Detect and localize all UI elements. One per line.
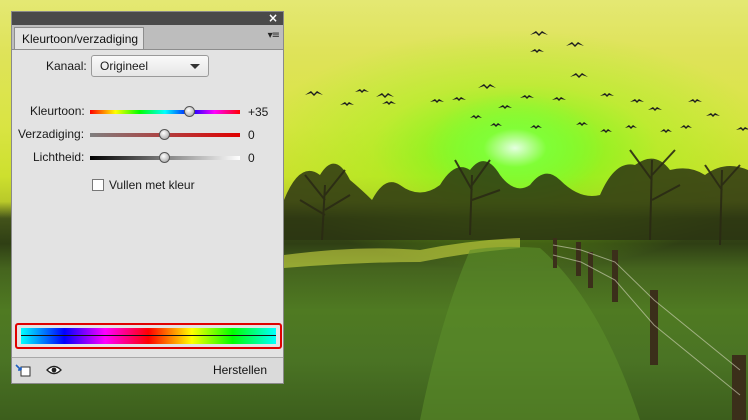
hue-value: +35: [248, 105, 269, 119]
channel-select-value: Origineel: [100, 59, 149, 73]
channel-label: Kanaal:: [46, 59, 87, 73]
saturation-slider-track[interactable]: [90, 129, 240, 140]
hue-saturation-panel: × Kleurtoon/verzadiging ▾≡ Kanaal: Origi…: [11, 11, 284, 384]
close-icon[interactable]: ×: [268, 11, 278, 25]
hue-slider-track[interactable]: [90, 106, 240, 117]
hue-label: Kleurtoon:: [30, 104, 85, 118]
lightness-slider-thumb[interactable]: [159, 152, 170, 163]
panel-body: Kanaal: Origineel Kleurtoon: +35 Verzadi…: [12, 50, 283, 360]
lightness-value: 0: [248, 151, 255, 165]
eye-icon[interactable]: [46, 364, 62, 376]
colorize-checkbox[interactable]: [92, 179, 104, 191]
panel-title-bar: ×: [12, 11, 283, 25]
reset-button[interactable]: Herstellen: [213, 363, 267, 377]
channel-select[interactable]: Origineel: [91, 55, 209, 77]
panel-menu-icon[interactable]: ▾≡: [268, 30, 280, 41]
lightness-slider-track[interactable]: [90, 152, 240, 163]
saturation-label: Verzadiging:: [18, 127, 85, 141]
saturation-value: 0: [248, 128, 255, 142]
tab-hue-saturation[interactable]: Kleurtoon/verzadiging: [14, 27, 144, 49]
color-ramp-highlight: [15, 323, 282, 349]
output-color-ramp: [21, 336, 276, 344]
clip-to-layer-icon[interactable]: [15, 363, 31, 377]
hue-slider-thumb[interactable]: [183, 106, 195, 117]
lightness-label: Lichtheid:: [33, 150, 85, 164]
chevron-down-icon: [190, 64, 200, 69]
panel-footer: Herstellen: [12, 357, 283, 383]
saturation-slider-thumb[interactable]: [159, 129, 170, 140]
colorize-label[interactable]: Vullen met kleur: [109, 178, 195, 192]
panel-tab-strip: Kleurtoon/verzadiging ▾≡: [12, 25, 283, 50]
